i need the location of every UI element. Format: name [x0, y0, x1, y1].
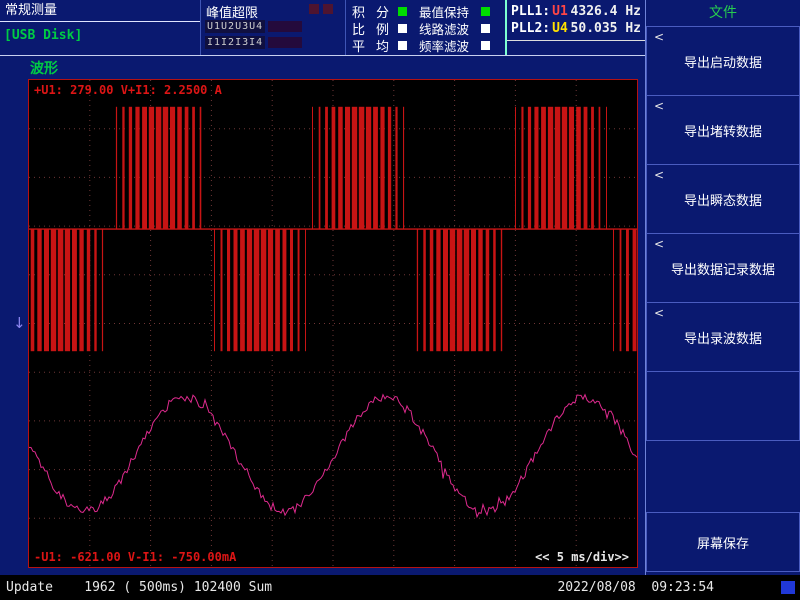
menu-item-export-datalog[interactable]: < 导出数据记录数据 [646, 233, 800, 303]
pll-panel: PLL1: U1 4326.4 Hz PLL2: U4 50.035 Hz [505, 0, 645, 55]
scope-display: +U1: 279.00 V+I1: 2.2500 A -U1: -621.00 … [28, 79, 638, 568]
submenu-arrow-icon: < [654, 99, 664, 113]
freq-filter-label: 频率滤波 [419, 36, 481, 55]
menu-item-label: 导出启动数据 [684, 52, 762, 71]
status-datetime: 2022/08/08 09:23:54 [557, 575, 714, 600]
submenu-arrow-icon: < [654, 237, 664, 251]
line-filter-checkbox [481, 24, 490, 33]
pll-divider [507, 40, 645, 41]
peak-limit-panel: 峰值超限 U1U2U3U4 I1I2I3I4 [200, 0, 345, 55]
peak-limit-title: 峰值超限 [206, 2, 258, 21]
analyzer-screen: 常规测量 [USB Disk] 峰值超限 U1U2U3U4 I1I2I3I4 积… [0, 0, 800, 600]
menu-item-export-startup[interactable]: < 导出启动数据 [646, 26, 800, 96]
menu-item-label: 导出录波数据 [684, 328, 762, 347]
menu-item-export-stall[interactable]: < 导出堵转数据 [646, 95, 800, 165]
sidebar-spacer [646, 441, 800, 513]
menu-item-export-transient[interactable]: < 导出瞬态数据 [646, 164, 800, 234]
pll2-value: 50.035 Hz [571, 21, 641, 36]
readout-top: +U1: 279.00 V+I1: 2.2500 A [34, 83, 222, 97]
mode-title: 常规测量 [0, 0, 200, 22]
mode-toggle-panel: 积 分 最值保持 比 例 线路滤波 平 均 频率滤波 [345, 0, 505, 55]
sidebar-menu: 文件 < 导出启动数据 < 导出堵转数据 < 导出瞬态数据 < 导出数据记录数据… [645, 0, 800, 575]
waveform-plot [29, 80, 637, 567]
menu-item-label: 屏幕保存 [697, 533, 749, 552]
status-update-counter: Update 1962 ( 500ms) 102400 Sum [6, 575, 272, 600]
freq-filter-checkbox [481, 41, 490, 50]
submenu-arrow-icon: < [654, 306, 664, 320]
menu-title: 文件 [646, 0, 800, 27]
menu-item-blank [646, 371, 800, 441]
menu-item-export-record[interactable]: < 导出录波数据 [646, 302, 800, 372]
toggle-row-average: 平 均 频率滤波 [346, 37, 505, 54]
tab-waveform: 波形 [30, 58, 58, 78]
readout-bottom: -U1: -621.00 V-I1: -750.00mA [34, 550, 236, 564]
usb-disk-label: [USB Disk] [0, 28, 200, 43]
pll2-source: U4 [552, 21, 568, 36]
peak-indicator-icon [309, 4, 319, 14]
menu-item-label: 导出瞬态数据 [684, 190, 762, 209]
current-channel-labels: I1I2I3I4 [205, 36, 265, 49]
integration-checkbox [398, 7, 407, 16]
pll1-label: PLL1: [511, 4, 550, 19]
menu-item-screen-save[interactable]: 屏幕保存 [646, 512, 800, 572]
menu-item-label: 导出数据记录数据 [671, 259, 775, 278]
submenu-arrow-icon: < [654, 30, 664, 44]
submenu-arrow-icon: < [654, 168, 664, 182]
max-hold-checkbox [481, 7, 490, 16]
toggle-char: 平 [352, 36, 376, 55]
mode-panel: 常规测量 [USB Disk] [0, 0, 200, 55]
pll1-source: U1 [552, 4, 568, 19]
toggle-row-ratio: 比 例 线路滤波 [346, 20, 505, 37]
timebase-label: << 5 ms/div>> [535, 550, 629, 564]
pll1-value: 4326.4 Hz [571, 4, 641, 19]
trigger-marker-icon: ↓ [13, 314, 26, 332]
voltage-indicator-block [268, 21, 302, 32]
status-bar: Update 1962 ( 500ms) 102400 Sum 2022/08/… [0, 575, 800, 600]
ratio-checkbox [398, 24, 407, 33]
pll2-label: PLL2: [511, 21, 550, 36]
toggle-row-integration: 积 分 最值保持 [346, 3, 505, 20]
toggle-char: 均 [376, 36, 398, 55]
peak-indicator-icon [323, 4, 333, 14]
pll2-row: PLL2: U4 50.035 Hz [507, 20, 645, 37]
menu-item-label: 导出堵转数据 [684, 121, 762, 140]
current-channel-row: I1I2I3I4 [205, 36, 302, 49]
pll1-row: PLL1: U1 4326.4 Hz [507, 3, 645, 20]
header: 常规测量 [USB Disk] 峰值超限 U1U2U3U4 I1I2I3I4 积… [0, 0, 645, 56]
status-corner-indicator [781, 581, 795, 594]
voltage-channel-row: U1U2U3U4 [205, 20, 302, 33]
average-checkbox [398, 41, 407, 50]
voltage-channel-labels: U1U2U3U4 [205, 20, 265, 33]
current-indicator-block [268, 37, 302, 48]
